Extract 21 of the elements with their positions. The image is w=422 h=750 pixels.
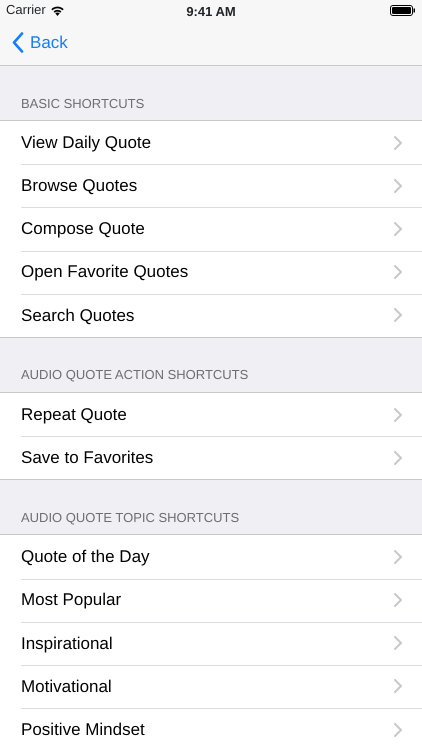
- chevron-right-icon: [394, 178, 402, 193]
- chevron-left-icon: [12, 32, 24, 53]
- chevron-right-icon: [394, 222, 402, 236]
- chevron-right-icon: [394, 722, 402, 737]
- chevron-right-icon: [394, 308, 402, 322]
- carrier-label: Carrier: [6, 1, 46, 20]
- section-header: AUDIO QUOTE TOPIC SHORTCUTS: [21, 508, 240, 527]
- chevron-right-icon: [394, 636, 402, 650]
- chevron-right-icon: [394, 265, 402, 280]
- chevron-right-icon: [394, 550, 402, 564]
- section-header: AUDIO QUOTE ACTION SHORTCUTS: [21, 366, 248, 384]
- wifi-icon: [50, 4, 65, 16]
- section-header: BASIC SHORTCUTS: [21, 94, 144, 112]
- back-button[interactable]: Back: [12, 30, 68, 56]
- chevron-right-icon: [394, 450, 402, 465]
- chevron-right-icon: [394, 679, 402, 694]
- time-label: 9:41 AM: [186, 3, 236, 21]
- chevron-right-icon: [394, 408, 402, 422]
- chevron-right-icon: [394, 136, 402, 150]
- battery-icon: [390, 4, 416, 16]
- chevron-right-icon: [394, 593, 402, 608]
